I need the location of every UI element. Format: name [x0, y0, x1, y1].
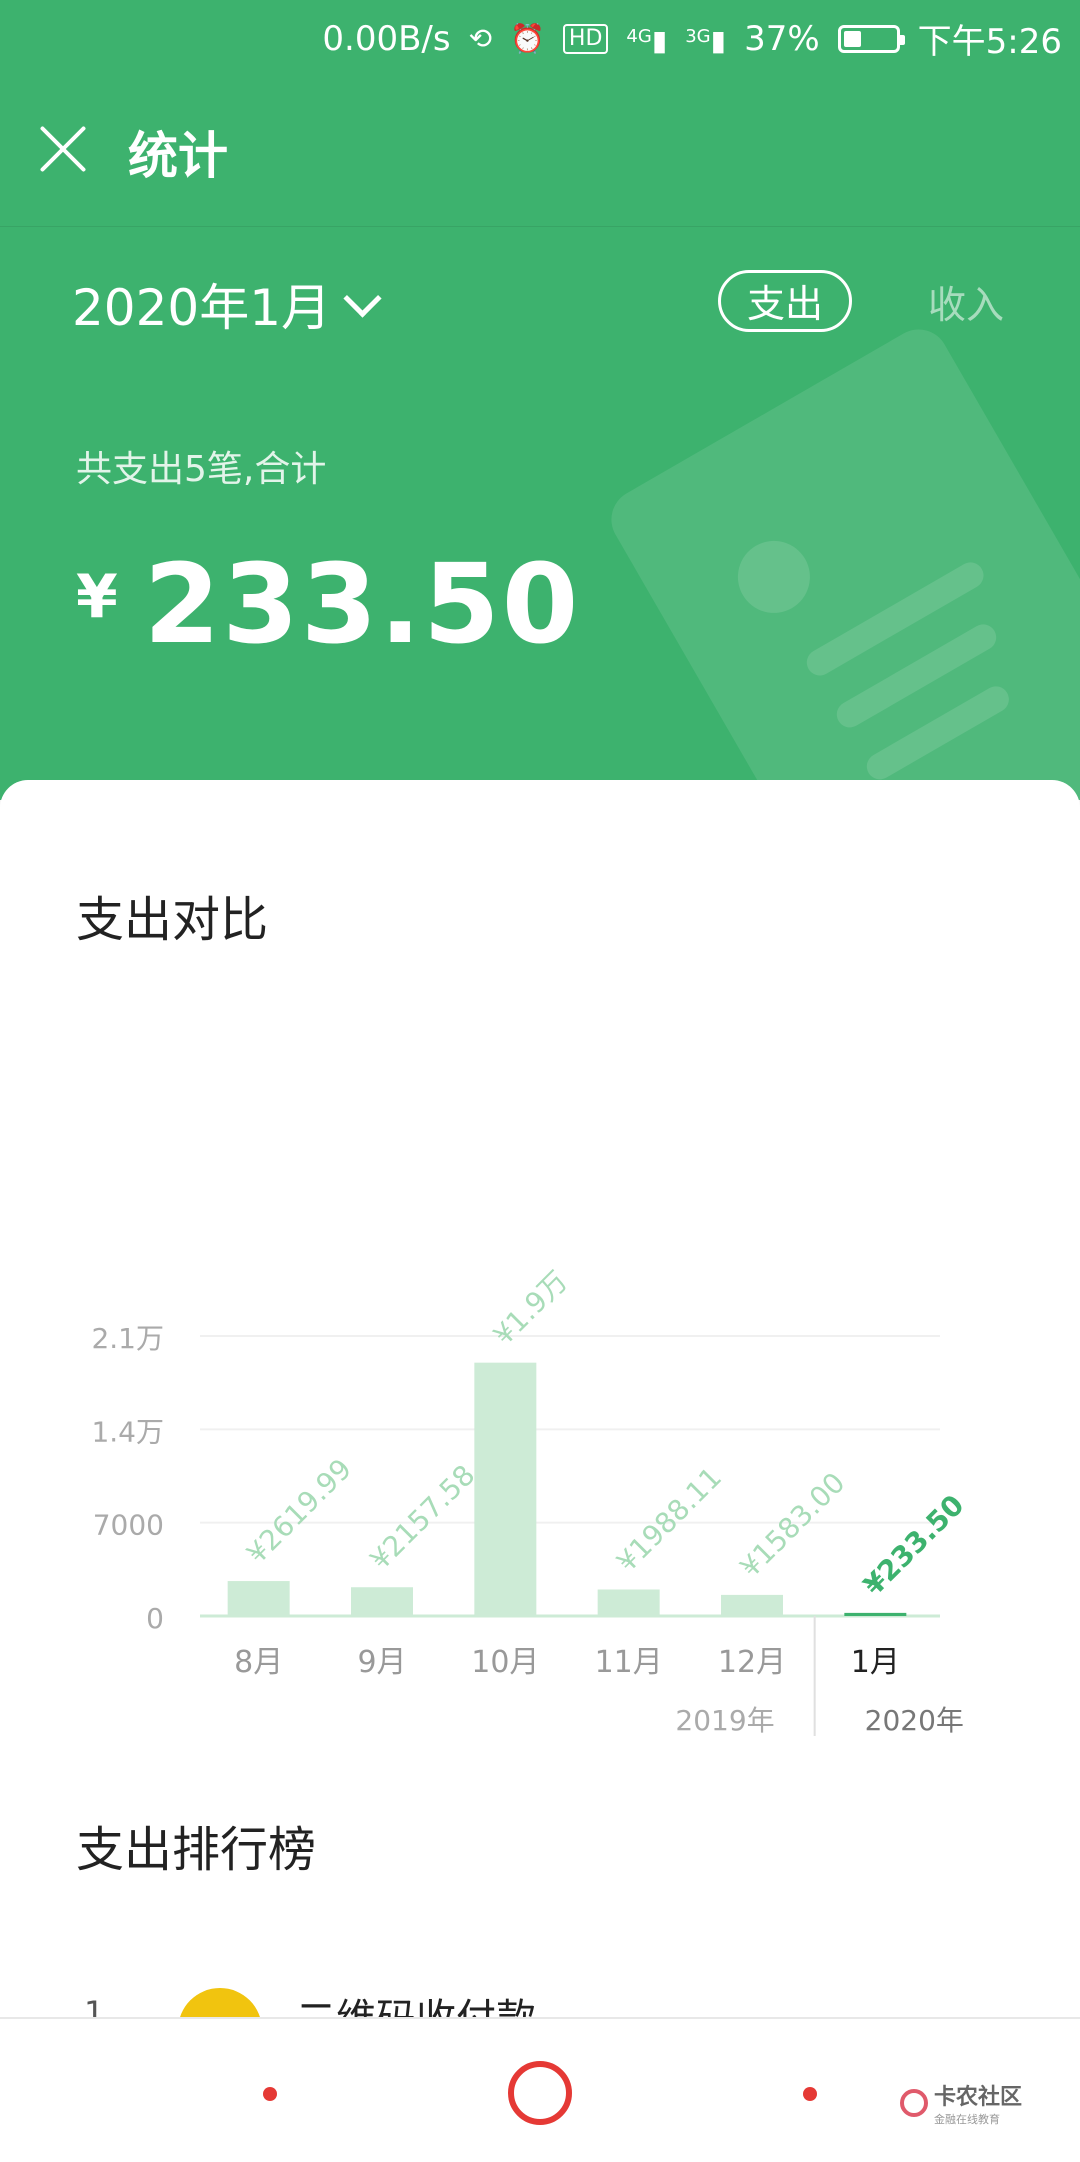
bar-value-label: ¥2619.99 — [240, 1452, 358, 1570]
nav-home-icon[interactable] — [508, 2061, 572, 2125]
app-bar: 统计 — [0, 76, 1080, 227]
x-tick-label: 12月 — [718, 1645, 786, 1680]
watermark-line2: 金融在线教育 — [934, 2113, 1000, 2126]
vibrate-icon: ⟲ — [468, 21, 493, 55]
bar-value-label: ¥1583.00 — [734, 1466, 852, 1584]
y-tick-label: 7000 — [93, 1509, 164, 1542]
year-label-2019: 2019年 — [675, 1704, 774, 1737]
tab-income[interactable]: 收入 — [928, 274, 1004, 329]
x-tick-label: 1月 — [851, 1645, 900, 1680]
bar-11月 — [597, 1589, 660, 1616]
month-selector[interactable]: 2020年1月 — [72, 268, 382, 340]
nav-recent-icon[interactable] — [803, 2087, 817, 2101]
bar-9月 — [351, 1587, 413, 1616]
bar-10月 — [474, 1362, 537, 1616]
bar-value-label: ¥233.50 — [857, 1488, 971, 1602]
watermark-logo-icon — [900, 2089, 928, 2117]
nav-back-icon[interactable] — [263, 2087, 277, 2101]
x-tick-label: 9月 — [357, 1645, 406, 1680]
bar-value-label: ¥1988.11 — [610, 1461, 728, 1579]
comparison-title: 支出对比 — [76, 892, 269, 948]
navigation-bar: 卡农社区 金融在线教育 — [0, 2017, 1080, 2162]
battery-percent: 37% — [744, 18, 820, 59]
year-label-2020: 2020年 — [865, 1704, 964, 1737]
y-tick-label: 0 — [146, 1602, 164, 1635]
alarm-icon: ⏰ — [510, 21, 545, 55]
chevron-down-icon — [343, 278, 382, 318]
header-area: 0.00B/s ⟲ ⏰ HD 4G▮ 3G▮ 37% 下午5:26 统计 202… — [0, 0, 1080, 800]
bar-8月 — [227, 1581, 290, 1616]
battery-icon — [837, 24, 905, 53]
total-amount: ¥ 233.50 — [76, 540, 580, 668]
signal-bars-icon: ▮ — [710, 23, 727, 57]
x-tick-label: 10月 — [471, 1645, 539, 1680]
decorative-bill-illustration — [600, 318, 1080, 800]
bar-1月 — [844, 1612, 907, 1616]
signal-4g: 4G▮ — [626, 23, 668, 57]
content-card: 支出对比 0 7000 1.4万 2.1万 ¥2619.99 8月 ¥2157.58 9月 ¥1… — [0, 780, 1080, 2072]
net-speed: 0.00B/s — [322, 18, 451, 59]
bar-value-label: ¥2157.58 — [364, 1458, 482, 1576]
expense-bar-chart: 0 7000 1.4万 2.1万 ¥2619.99 8月 ¥2157.58 9月 ¥1.9万 10… — [91, 1264, 971, 1737]
ranking-title: 支出排行榜 — [76, 1822, 317, 1878]
summary-text: 共支出5笔,合计 — [76, 449, 327, 490]
page-title: 统计 — [128, 127, 228, 185]
status-bar: 0.00B/s ⟲ ⏰ HD 4G▮ 3G▮ 37% 下午5:26 — [0, 0, 1080, 76]
y-tick-label: 1.4万 — [91, 1415, 164, 1448]
watermark: 卡农社区 金融在线教育 — [900, 2079, 1022, 2127]
month-label: 2020年1月 — [72, 279, 332, 337]
x-tick-label: 8月 — [234, 1645, 283, 1680]
clock: 下午5:26 — [917, 22, 1062, 62]
close-icon[interactable] — [38, 124, 88, 174]
watermark-line1: 卡农社区 — [934, 2085, 1023, 2110]
hd-badge: HD — [562, 23, 609, 54]
tab-expense[interactable]: 支出 — [718, 270, 852, 332]
bar-12月 — [721, 1594, 783, 1616]
bar-value-label: ¥1.9万 — [487, 1264, 574, 1351]
y-tick-label: 2.1万 — [91, 1322, 164, 1355]
signal-bars-icon: ▮ — [651, 23, 668, 57]
currency-symbol: ¥ — [76, 562, 118, 632]
signal-3g: 3G▮ — [685, 23, 727, 57]
amount-value: 233.50 — [143, 540, 581, 668]
x-tick-label: 11月 — [595, 1645, 663, 1680]
